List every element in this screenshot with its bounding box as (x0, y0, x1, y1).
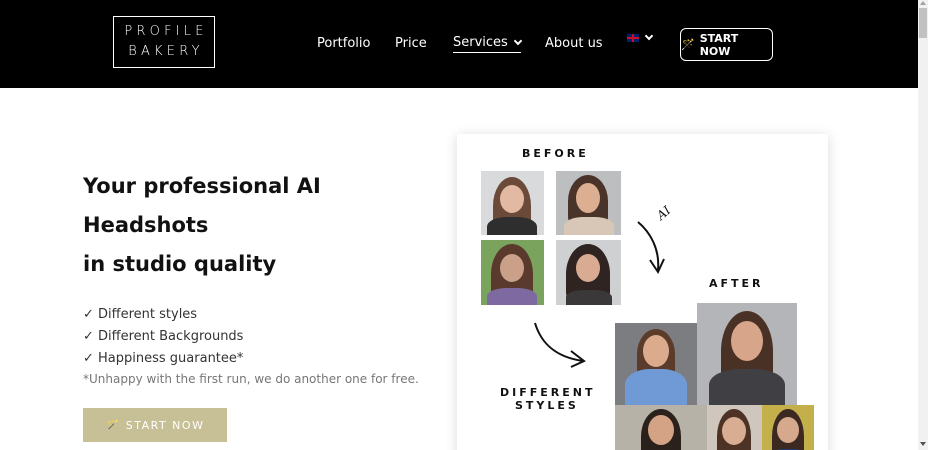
language-selector[interactable] (627, 31, 654, 42)
feature-list: ✓ Different styles ✓ Different Backgroun… (83, 304, 243, 370)
logo-line-2: BAKERY (128, 44, 204, 59)
before-after-showcase: BEFORE AI AFTER DIFFERENT STYLES (457, 134, 828, 450)
before-photo (481, 171, 544, 235)
hero-start-now-button[interactable]: 🪄 START NOW (83, 408, 227, 442)
chevron-down-icon (644, 31, 654, 41)
hero-title-line-3: in studio quality (83, 252, 277, 276)
nav-about[interactable]: About us (545, 34, 603, 54)
before-label: BEFORE (522, 147, 589, 160)
ai-arrow-icon (637, 221, 665, 275)
scroll-thumb[interactable] (919, 8, 927, 38)
hero-title-line-2: Headshots (83, 213, 209, 237)
before-photo (556, 171, 621, 235)
after-photo (762, 405, 814, 450)
after-photo (615, 405, 707, 450)
scroll-down-arrow-icon[interactable] (920, 442, 926, 446)
after-photo (707, 405, 762, 450)
nav-portfolio-label: Portfolio (317, 36, 371, 51)
scroll-up-arrow-icon[interactable] (920, 1, 926, 5)
nav-price-label: Price (395, 36, 427, 51)
hero-start-now-label: START NOW (125, 418, 205, 432)
logo[interactable]: PROFILE BAKERY (113, 16, 215, 68)
site-header: PROFILE BAKERY Portfolio Price Services … (0, 0, 918, 88)
magic-wand-icon: 🪄 (681, 38, 695, 51)
hero-title: Your professional AI Headshots in studio… (83, 167, 403, 284)
after-label: AFTER (709, 277, 764, 290)
logo-line-1: PROFILE (124, 24, 208, 39)
magic-wand-icon: 🪄 (105, 418, 121, 432)
feature-item: ✓ Happiness guarantee* (83, 351, 244, 366)
hero-title-line-1: Your professional AI (83, 174, 321, 198)
before-photo (481, 240, 544, 305)
nav-services[interactable]: Services (453, 34, 523, 53)
different-styles-label-1: DIFFERENT (500, 386, 596, 399)
uk-flag-icon (627, 34, 639, 42)
nav-price[interactable]: Price (395, 34, 427, 54)
chevron-down-icon (513, 36, 523, 45)
after-photo (615, 323, 697, 405)
header-start-now-label: START NOW (699, 31, 739, 58)
different-styles-label-2: STYLES (515, 399, 579, 412)
guarantee-note: *Unhappy with the first run, we do anoth… (83, 372, 419, 386)
after-photo (697, 303, 797, 405)
feature-item: ✓ Different Backgrounds (83, 329, 244, 344)
nav-services-label: Services (453, 35, 508, 50)
nav-about-label: About us (545, 36, 603, 51)
nav-portfolio[interactable]: Portfolio (317, 34, 370, 54)
before-photo (556, 240, 621, 305)
header-start-now-button[interactable]: 🪄 START NOW (680, 28, 773, 61)
styles-arrow-icon (534, 322, 586, 368)
page-scrollbar[interactable] (918, 0, 928, 450)
feature-item: ✓ Different styles (83, 307, 198, 322)
